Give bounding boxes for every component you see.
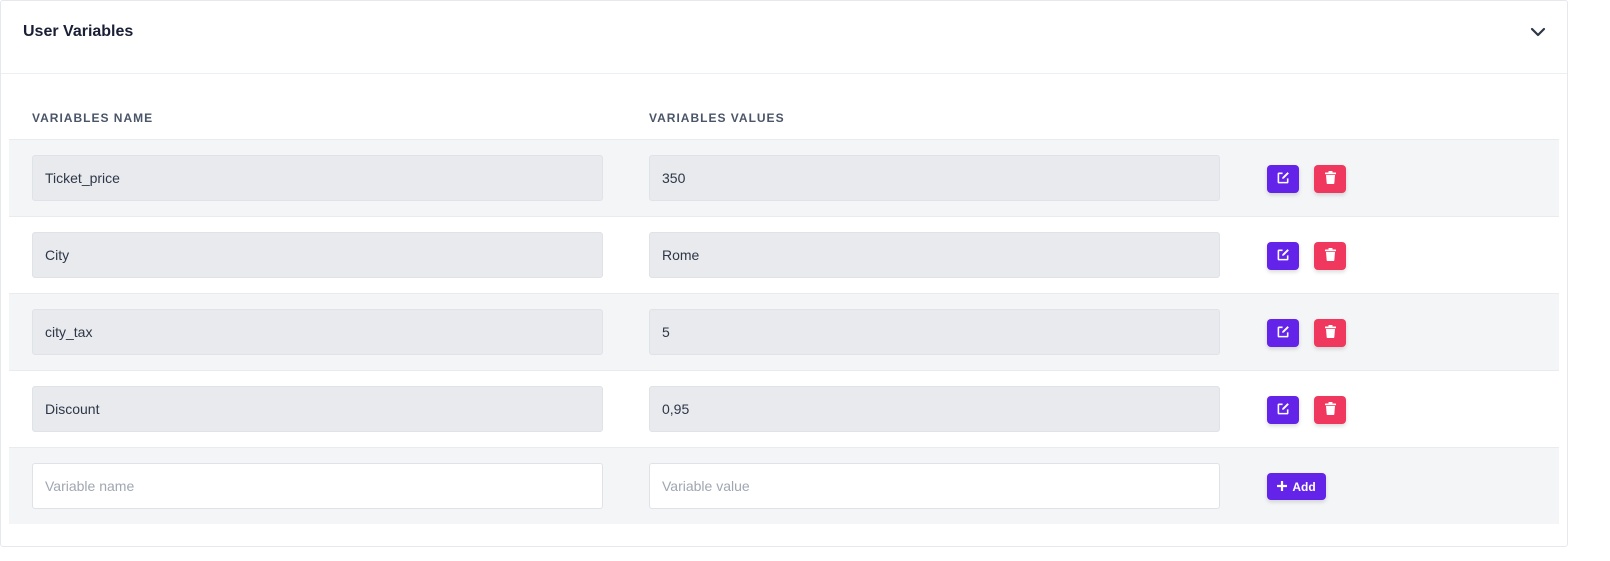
panel-title: User Variables [23, 23, 134, 40]
panel-header[interactable]: User Variables [1, 1, 1567, 74]
table-row: City Rome [9, 216, 1559, 293]
edit-icon [1277, 248, 1290, 264]
edit-icon [1277, 325, 1290, 341]
edit-button[interactable] [1267, 396, 1299, 424]
edit-button[interactable] [1267, 319, 1299, 347]
delete-button[interactable] [1314, 242, 1346, 270]
column-header-name: VARIABLES NAME [32, 111, 154, 125]
edit-button[interactable] [1267, 165, 1299, 193]
chevron-down-icon[interactable] [1527, 21, 1549, 43]
variable-name-field: Ticket_price [32, 155, 603, 201]
delete-button[interactable] [1314, 319, 1346, 347]
new-variable-row: Add [9, 447, 1559, 524]
new-variable-value-input[interactable] [649, 463, 1220, 509]
variable-name-field: Discount [32, 386, 603, 432]
trash-icon [1324, 171, 1336, 187]
table-row: Discount 0,95 [9, 370, 1559, 447]
delete-button[interactable] [1314, 165, 1346, 193]
plus-icon [1276, 479, 1288, 494]
variable-value-field: 5 [649, 309, 1220, 355]
edit-icon [1277, 171, 1290, 187]
variable-name-field: City [32, 232, 603, 278]
variable-value-field: 350 [649, 155, 1220, 201]
column-header-value: VARIABLES VALUES [649, 111, 785, 125]
add-variable-button[interactable]: Add [1267, 473, 1326, 500]
trash-icon [1324, 402, 1336, 418]
variable-value-field: Rome [649, 232, 1220, 278]
trash-icon [1324, 248, 1336, 264]
variable-value-field: 0,95 [649, 386, 1220, 432]
new-variable-name-input[interactable] [32, 463, 603, 509]
edit-button[interactable] [1267, 242, 1299, 270]
user-variables-panel: User Variables VARIABLES NAME VARIABLES … [0, 0, 1568, 547]
edit-icon [1277, 402, 1290, 418]
variable-name-field: city_tax [32, 309, 603, 355]
delete-button[interactable] [1314, 396, 1346, 424]
trash-icon [1324, 325, 1336, 341]
table-row: Ticket_price 350 [9, 139, 1559, 216]
add-button-label: Add [1292, 479, 1316, 494]
table-row: city_tax 5 [9, 293, 1559, 370]
